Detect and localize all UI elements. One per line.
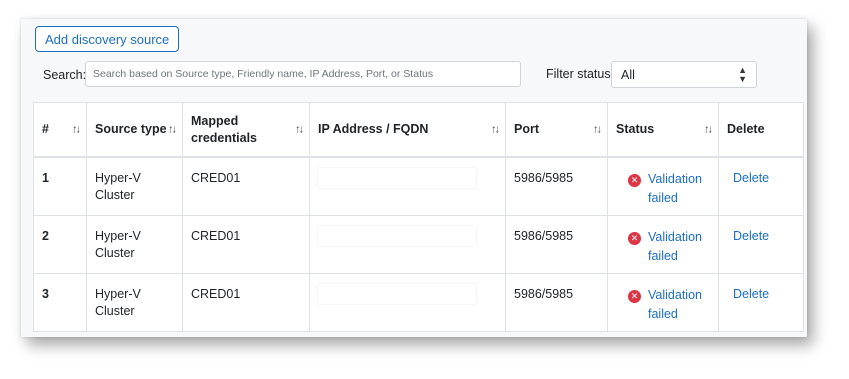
row-number: 3 — [33, 272, 87, 332]
delete-cell: Delete — [718, 214, 804, 274]
source-type-cell: Hyper-V Cluster — [86, 156, 183, 216]
delete-cell: Delete — [718, 156, 804, 216]
column-header-status[interactable]: Status ↑↓ — [607, 102, 719, 158]
status-link[interactable]: Validation failed — [648, 170, 710, 208]
sort-arrows-icon[interactable]: ↑↓ — [168, 121, 177, 138]
table-header-row: # ↑↓ Source type ↑↓ Mapped credentials ↑… — [33, 102, 804, 158]
ip-address-cell — [309, 156, 506, 216]
column-header-port[interactable]: Port ↑↓ — [505, 102, 608, 158]
status-link[interactable]: Validation failed — [648, 286, 710, 324]
sort-arrows-icon[interactable]: ↑↓ — [295, 121, 304, 138]
column-header-label: Mapped credentials — [191, 113, 258, 145]
port-cell: 5986/5985 — [505, 156, 608, 216]
error-circle-icon: ✕ — [628, 289, 641, 303]
sort-arrows-icon[interactable]: ↑↓ — [593, 121, 602, 138]
column-header-source-type[interactable]: Source type ↑↓ — [86, 102, 183, 158]
port-cell: 5986/5985 — [505, 272, 608, 332]
column-header-label: Port — [514, 122, 539, 136]
chevron-updown-icon: ▲ ▼ — [738, 64, 747, 84]
sort-arrows-icon[interactable]: ↑↓ — [72, 121, 81, 138]
discovery-sources-panel: Add discovery source Search: Filter stat… — [21, 19, 807, 337]
status-cell: ✕ Validation failed — [607, 156, 719, 216]
search-input[interactable] — [85, 61, 521, 87]
ip-address-cell — [309, 272, 506, 332]
error-circle-icon: ✕ — [628, 174, 641, 187]
column-header-label: # — [42, 122, 49, 136]
row-number: 1 — [33, 156, 87, 216]
status-cell: ✕ Validation failed — [607, 272, 719, 332]
column-header-number[interactable]: # ↑↓ — [33, 102, 87, 158]
delete-cell: Delete — [718, 272, 804, 332]
column-header-label: Delete — [727, 122, 765, 136]
credentials-cell: CRED01 — [182, 272, 310, 332]
column-header-label: Status — [616, 122, 655, 136]
search-label: Search: — [43, 68, 87, 82]
sort-arrows-icon[interactable]: ↑↓ — [491, 121, 500, 138]
delete-link[interactable]: Delete — [727, 286, 769, 303]
filter-status-value: All — [621, 67, 635, 82]
column-header-ip-address[interactable]: IP Address / FQDN ↑↓ — [309, 102, 506, 158]
column-header-label: Source type — [95, 122, 167, 136]
credentials-cell: CRED01 — [182, 214, 310, 274]
table-row: 2 Hyper-V Cluster CRED01 5986/5985 ✕ Val… — [33, 214, 804, 274]
error-circle-icon: ✕ — [628, 231, 641, 245]
port-cell: 5986/5985 — [505, 214, 608, 274]
ip-address-cell — [309, 214, 506, 274]
column-header-mapped-credentials[interactable]: Mapped credentials ↑↓ — [182, 102, 310, 158]
filter-status-label: Filter status — [546, 67, 611, 81]
source-type-cell: Hyper-V Cluster — [86, 214, 183, 274]
delete-link[interactable]: Delete — [727, 228, 769, 245]
status-link[interactable]: Validation failed — [648, 228, 710, 266]
redacted-ip-value — [318, 225, 476, 246]
table-row: 1 Hyper-V Cluster CRED01 5986/5985 ✕ Val… — [33, 156, 804, 216]
table-row: 3 Hyper-V Cluster CRED01 5986/5985 ✕ Val… — [33, 272, 804, 332]
add-discovery-source-button[interactable]: Add discovery source — [35, 26, 180, 52]
discovery-sources-table: # ↑↓ Source type ↑↓ Mapped credentials ↑… — [33, 102, 804, 332]
redacted-ip-value — [318, 168, 476, 188]
status-cell: ✕ Validation failed — [607, 214, 719, 274]
column-header-delete: Delete — [718, 102, 804, 158]
column-header-label: IP Address / FQDN — [318, 122, 429, 136]
row-number: 2 — [33, 214, 87, 274]
source-type-cell: Hyper-V Cluster — [86, 272, 183, 332]
redacted-ip-value — [318, 283, 476, 304]
sort-arrows-icon[interactable]: ↑↓ — [704, 121, 713, 138]
delete-link[interactable]: Delete — [727, 170, 769, 187]
filter-status-select[interactable]: All ▲ ▼ — [611, 61, 757, 88]
credentials-cell: CRED01 — [182, 156, 310, 216]
